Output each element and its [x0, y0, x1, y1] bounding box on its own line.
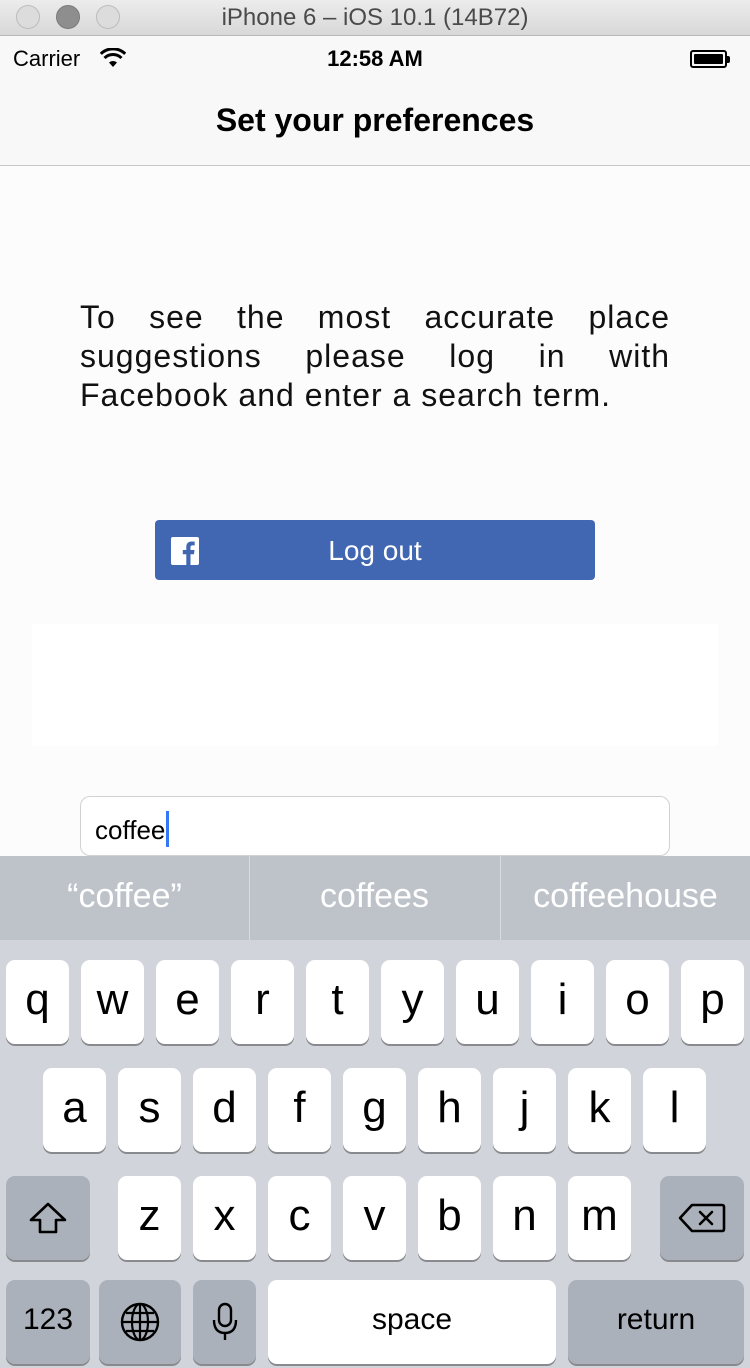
key-e[interactable]: e — [156, 960, 219, 1044]
key-g[interactable]: g — [343, 1068, 406, 1152]
key-d[interactable]: d — [193, 1068, 256, 1152]
key-b[interactable]: b — [418, 1176, 481, 1260]
ios-keyboard: “coffee” coffees coffeehouse q w e r t y… — [0, 856, 750, 1368]
key-u[interactable]: u — [456, 960, 519, 1044]
space-key[interactable]: space — [268, 1280, 556, 1364]
key-q[interactable]: q — [6, 960, 69, 1044]
content-placeholder-panel — [32, 624, 718, 746]
text-caret — [166, 811, 170, 847]
predictive-bar: “coffee” coffees coffeehouse — [0, 856, 750, 940]
search-term-input[interactable]: coffee — [80, 796, 670, 856]
key-h[interactable]: h — [418, 1068, 481, 1152]
dictation-key[interactable] — [193, 1280, 256, 1364]
key-o[interactable]: o — [606, 960, 669, 1044]
globe-key[interactable] — [99, 1280, 181, 1364]
key-n[interactable]: n — [493, 1176, 556, 1260]
suggestion-2[interactable]: coffees — [250, 856, 499, 940]
search-term-value: coffee — [95, 811, 170, 847]
shift-icon — [29, 1203, 67, 1234]
backspace-icon — [678, 1204, 726, 1233]
globe-icon — [120, 1303, 160, 1342]
key-a[interactable]: a — [43, 1068, 106, 1152]
status-time: 12:58 AM — [327, 46, 423, 71]
delete-key[interactable] — [660, 1176, 744, 1260]
navigation-bar: Set your preferences — [0, 80, 750, 166]
key-l[interactable]: l — [643, 1068, 706, 1152]
key-t[interactable]: t — [306, 960, 369, 1044]
status-bar: Carrier 12:58 AM — [0, 36, 750, 80]
simulator-title: iPhone 6 – iOS 10.1 (14B72) — [221, 4, 529, 31]
key-k[interactable]: k — [568, 1068, 631, 1152]
microphone-icon — [212, 1303, 237, 1341]
key-z[interactable]: z — [118, 1176, 181, 1260]
suggestion-1[interactable]: “coffee” — [0, 856, 249, 940]
key-j[interactable]: j — [493, 1068, 556, 1152]
key-c[interactable]: c — [268, 1176, 331, 1260]
facebook-logout-button[interactable]: Log out — [155, 520, 595, 580]
key-v[interactable]: v — [343, 1176, 406, 1260]
shift-key[interactable] — [6, 1176, 90, 1260]
suggestion-3[interactable]: coffeehouse — [501, 856, 750, 940]
key-m[interactable]: m — [568, 1176, 631, 1260]
page-title: Set your preferences — [215, 102, 535, 138]
numbers-key[interactable]: 123 — [6, 1280, 90, 1364]
battery-icon — [690, 50, 732, 68]
return-key[interactable]: return — [568, 1280, 744, 1364]
key-s[interactable]: s — [118, 1068, 181, 1152]
key-x[interactable]: x — [193, 1176, 256, 1260]
simulator-titlebar: iPhone 6 – iOS 10.1 (14B72) — [0, 0, 750, 36]
key-y[interactable]: y — [381, 960, 444, 1044]
key-p[interactable]: p — [681, 960, 744, 1044]
key-f[interactable]: f — [268, 1068, 331, 1152]
facebook-button-label: Log out — [328, 535, 422, 566]
login-instructions: To see the most accurate place suggestio… — [80, 299, 670, 413]
key-w[interactable]: w — [81, 960, 144, 1044]
key-i[interactable]: i — [531, 960, 594, 1044]
key-r[interactable]: r — [231, 960, 294, 1044]
